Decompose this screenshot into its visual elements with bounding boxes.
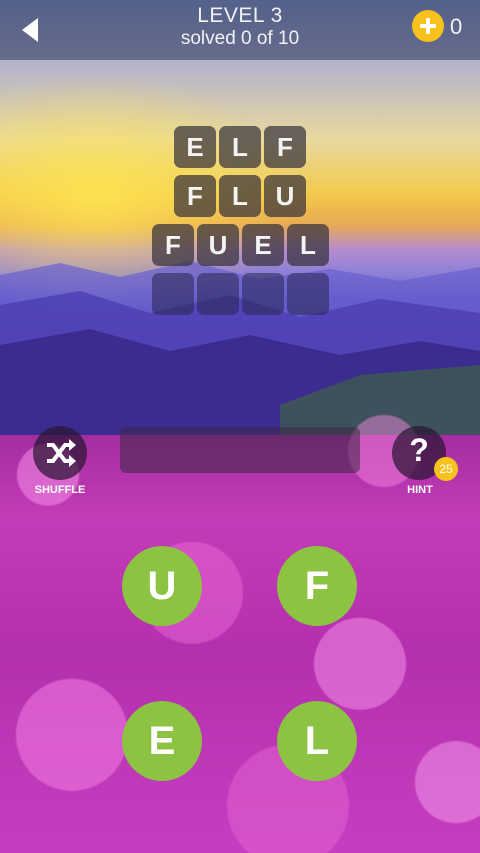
level-title: LEVEL 3	[197, 4, 283, 27]
grid-tile-empty	[287, 273, 329, 315]
letter-bubble[interactable]: E	[122, 701, 202, 781]
hint-cost-badge: 25	[434, 457, 458, 481]
grid-tile: F	[174, 175, 216, 217]
hint-label: HINT	[407, 484, 433, 496]
grid-tile: U	[197, 224, 239, 266]
grid-tile: L	[219, 126, 261, 168]
grid-tile: F	[264, 126, 306, 168]
grid-tile: L	[219, 175, 261, 217]
letter-bubble[interactable]: L	[277, 701, 357, 781]
coin-count: 0	[450, 14, 463, 39]
shuffle-button[interactable]	[33, 426, 87, 480]
add-coins-button[interactable]	[412, 10, 444, 42]
level-progress: solved 0 of 10	[180, 28, 300, 49]
current-word-display	[120, 427, 360, 473]
grid-tile: E	[174, 126, 216, 168]
grid-tile: F	[152, 224, 194, 266]
shuffle-label: SHUFFLE	[34, 484, 86, 496]
grid-tile-empty	[197, 273, 239, 315]
grid-tile: E	[242, 224, 284, 266]
grid-tile-empty	[242, 273, 284, 315]
grid-tile: L	[287, 224, 329, 266]
letter-bubble[interactable]: U	[122, 546, 202, 626]
grid-tile: U	[264, 175, 306, 217]
letter-bubble[interactable]: F	[277, 546, 357, 626]
top-bar: LEVEL 3 solved 0 of 10 0	[0, 0, 480, 60]
shuffle-icon	[47, 439, 76, 467]
grid-tile-empty	[152, 273, 194, 315]
